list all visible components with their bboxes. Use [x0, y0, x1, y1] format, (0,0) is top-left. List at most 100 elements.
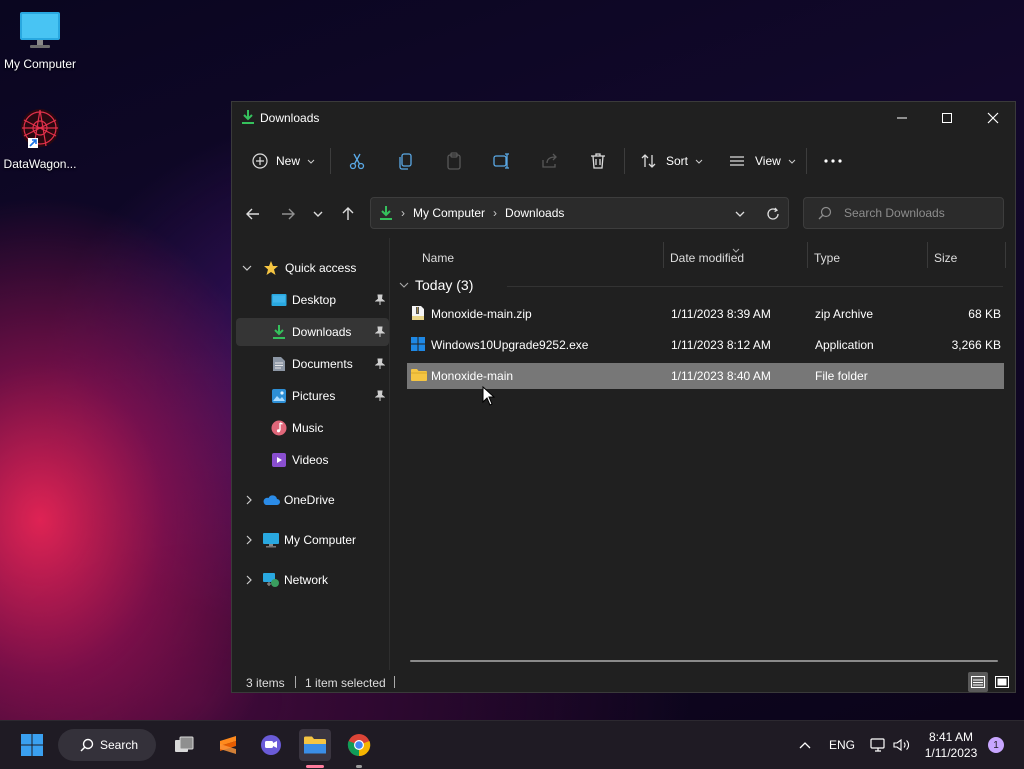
nav-label: OneDrive — [284, 493, 335, 507]
notification-badge[interactable]: 1 — [988, 737, 1004, 753]
new-button[interactable]: New — [252, 147, 316, 175]
task-view-button[interactable] — [168, 729, 200, 761]
up-button[interactable] — [336, 202, 360, 226]
sublime-text-icon — [220, 736, 236, 754]
pane-divider[interactable] — [389, 238, 390, 670]
close-button[interactable] — [970, 102, 1016, 134]
taskbar-search-button[interactable]: Search — [58, 729, 156, 761]
share-button[interactable] — [541, 147, 559, 175]
search-input[interactable] — [844, 206, 994, 220]
chevron-right-icon[interactable] — [244, 575, 254, 585]
group-header-today[interactable]: Today (3) — [399, 277, 473, 293]
column-header-type[interactable]: Type — [814, 247, 924, 269]
column-header-name[interactable]: Name — [422, 247, 662, 269]
file-name: Monoxide-main.zip — [431, 307, 532, 321]
file-row-selected[interactable]: Monoxide-main 1/11/2023 8:40 AM File fol… — [407, 363, 1004, 389]
refresh-button[interactable] — [766, 207, 780, 224]
download-arrow-icon — [241, 109, 255, 130]
address-bar[interactable]: › My Computer › Downloads — [370, 197, 789, 229]
nav-label: Videos — [292, 453, 329, 467]
desktop-icon-label: My Computer — [3, 57, 77, 71]
delete-button[interactable] — [589, 147, 607, 175]
arrow-up-icon — [342, 207, 354, 220]
search-box[interactable] — [803, 197, 1004, 229]
nav-item-documents[interactable]: Documents — [236, 350, 389, 378]
nav-quick-access[interactable]: Quick access — [236, 254, 386, 282]
start-button[interactable] — [16, 729, 48, 761]
sort-button[interactable]: Sort — [640, 147, 704, 175]
column-divider[interactable] — [927, 242, 928, 268]
chevron-down-icon[interactable] — [242, 263, 252, 273]
file-size: 3,266 KB — [951, 338, 1001, 352]
forward-button[interactable] — [276, 202, 300, 226]
clock[interactable]: 8:41 AM 1/11/2023 — [918, 729, 984, 761]
chevron-right-icon[interactable] — [244, 535, 254, 545]
sort-arrows-icon — [641, 154, 656, 168]
breadcrumb-downloads[interactable]: Downloads — [505, 206, 564, 220]
view-button[interactable]: View — [729, 147, 797, 175]
nav-item-videos[interactable]: Videos — [236, 446, 389, 474]
horizontal-scrollbar[interactable] — [410, 660, 998, 662]
arrow-right-icon — [282, 208, 295, 220]
breadcrumb-my-computer[interactable]: My Computer — [413, 206, 485, 220]
network-status-button[interactable] — [870, 721, 886, 769]
nav-item-downloads[interactable]: Downloads — [236, 318, 389, 346]
view-label: View — [755, 154, 781, 168]
nav-my-computer[interactable]: My Computer — [236, 526, 386, 554]
taskbar-app-chrome[interactable] — [343, 729, 375, 761]
column-label: Type — [814, 251, 841, 265]
column-divider[interactable] — [1005, 242, 1006, 268]
nav-item-pictures[interactable]: Pictures — [236, 382, 389, 410]
recent-locations-button[interactable] — [306, 202, 330, 226]
share-icon — [542, 153, 557, 168]
chevron-down-icon — [307, 159, 315, 164]
file-name: Monoxide-main — [431, 369, 514, 383]
show-hidden-icons-button[interactable] — [798, 721, 812, 769]
music-note-icon — [271, 420, 287, 436]
chevron-right-icon[interactable] — [244, 495, 254, 505]
cut-button[interactable] — [348, 147, 366, 175]
column-divider[interactable] — [663, 242, 664, 268]
column-header-size[interactable]: Size — [934, 247, 1004, 269]
nav-item-music[interactable]: Music — [236, 414, 389, 442]
pin-icon[interactable] — [374, 294, 386, 309]
scissors-icon — [349, 153, 365, 170]
address-history-dropdown[interactable] — [734, 208, 746, 223]
nav-label: Desktop — [292, 293, 337, 307]
tiles-view-button[interactable] — [992, 672, 1012, 692]
copy-icon — [399, 153, 412, 170]
desktop-icon-datawagon[interactable]: DataWagon... — [0, 106, 80, 171]
language-indicator[interactable]: ENG — [829, 721, 855, 769]
pin-icon[interactable] — [374, 326, 386, 341]
copy-button[interactable] — [397, 147, 415, 175]
maximize-button[interactable] — [924, 102, 970, 134]
desktop-icon-my-computer[interactable]: My Computer — [0, 10, 80, 71]
taskbar-app-file-explorer[interactable] — [299, 729, 331, 761]
file-row[interactable]: Windows10Upgrade9252.exe 1/11/2023 8:12 … — [407, 332, 1004, 358]
network-monitor-icon — [870, 738, 885, 752]
details-view-button[interactable] — [968, 672, 988, 692]
taskbar-app-chat[interactable] — [255, 729, 287, 761]
back-button[interactable] — [241, 202, 265, 226]
volume-button[interactable] — [893, 721, 911, 769]
minimize-button[interactable] — [879, 102, 925, 134]
taskbar-app-sublime[interactable] — [212, 729, 244, 761]
search-icon — [818, 206, 832, 220]
close-icon — [987, 112, 999, 124]
rename-button[interactable] — [493, 147, 511, 175]
nav-onedrive[interactable]: OneDrive — [236, 486, 386, 514]
download-arrow-icon — [379, 205, 393, 221]
file-row[interactable]: Monoxide-main.zip 1/11/2023 8:39 AM zip … — [407, 301, 1004, 327]
paste-button[interactable] — [445, 147, 463, 175]
breadcrumb-separator-icon: › — [401, 206, 405, 220]
nav-item-desktop[interactable]: Desktop — [236, 286, 389, 314]
pin-icon[interactable] — [374, 358, 386, 373]
clipboard-icon — [447, 152, 461, 170]
sort-indicator-icon — [732, 240, 740, 258]
pin-icon[interactable] — [374, 390, 386, 405]
column-divider[interactable] — [807, 242, 808, 268]
more-options-button[interactable] — [823, 147, 843, 175]
title-bar[interactable]: Downloads — [232, 102, 1015, 134]
nav-network[interactable]: Network — [236, 566, 386, 594]
details-view-icon — [971, 676, 985, 688]
